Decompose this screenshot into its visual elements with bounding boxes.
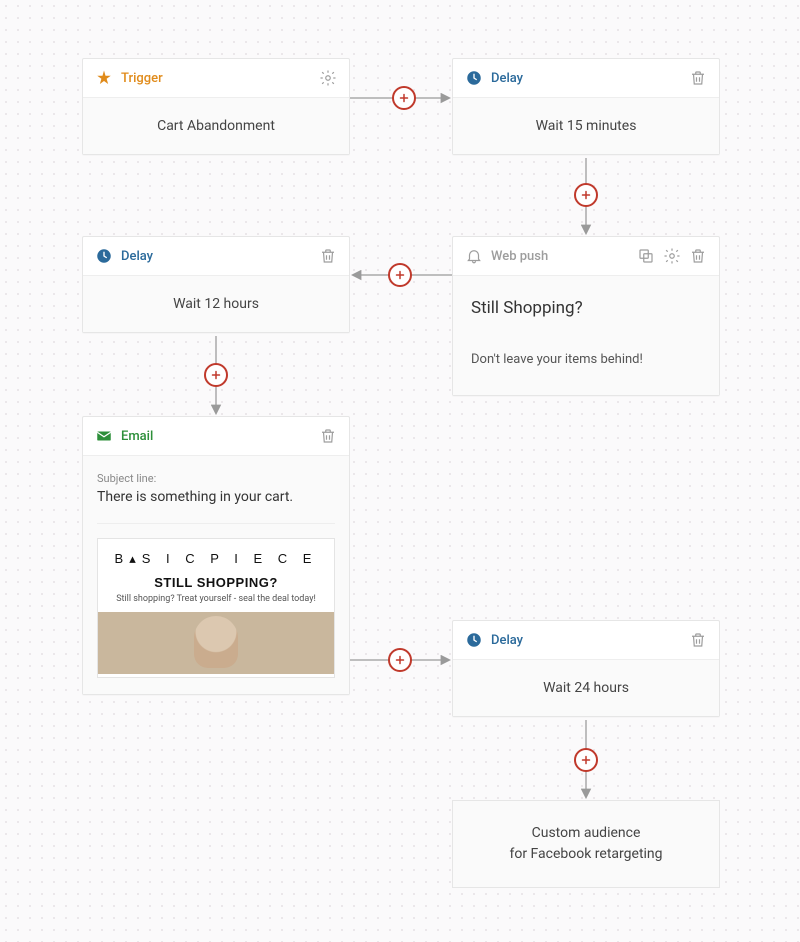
webpush-message: Don't leave your items behind! xyxy=(471,352,701,367)
email-icon xyxy=(95,427,113,445)
clock-icon xyxy=(465,631,483,649)
bell-icon xyxy=(465,247,483,265)
preview-brand: B▴S I C P I E C E xyxy=(108,551,324,567)
add-step-button[interactable] xyxy=(392,86,416,110)
ca-line2: for Facebook retargeting xyxy=(467,844,705,865)
node-type-label: Web push xyxy=(491,249,548,264)
add-step-button[interactable] xyxy=(388,648,412,672)
subject-label: Subject line: xyxy=(97,472,335,485)
node-content: Wait 12 hours xyxy=(83,276,349,332)
subject-line: There is something in your cart. xyxy=(97,489,335,505)
node-type-label: Delay xyxy=(491,633,523,648)
node-delay-15min[interactable]: Delay Wait 15 minutes xyxy=(452,58,720,155)
gear-icon[interactable] xyxy=(663,247,681,265)
node-delay-12h[interactable]: Delay Wait 12 hours xyxy=(82,236,350,333)
trash-icon[interactable] xyxy=(689,631,707,649)
webpush-title: Still Shopping? xyxy=(471,298,701,318)
node-type-label: Email xyxy=(121,429,153,444)
node-content: Wait 24 hours xyxy=(453,660,719,716)
trash-icon[interactable] xyxy=(689,247,707,265)
node-type-label: Delay xyxy=(491,71,523,86)
add-step-button[interactable] xyxy=(574,748,598,772)
clock-icon xyxy=(95,247,113,265)
copy-icon[interactable] xyxy=(637,247,655,265)
add-step-button[interactable] xyxy=(388,263,412,287)
preview-hero-image xyxy=(98,612,334,674)
node-email[interactable]: Email Subject line: There is something i… xyxy=(82,416,350,695)
trash-icon[interactable] xyxy=(689,69,707,87)
email-preview: B▴S I C P I E C E STILL SHOPPING? Still … xyxy=(97,538,335,678)
add-step-button[interactable] xyxy=(204,363,228,387)
ca-line1: Custom audience xyxy=(467,823,705,844)
node-content: Wait 15 minutes xyxy=(453,98,719,154)
node-content: Cart Abandonment xyxy=(83,98,349,154)
node-custom-audience[interactable]: Custom audience for Facebook retargeting xyxy=(452,800,720,888)
node-webpush[interactable]: Web push Still Shopping? Don't leave you… xyxy=(452,236,720,396)
node-type-label: Trigger xyxy=(121,71,163,86)
trash-icon[interactable] xyxy=(319,427,337,445)
gear-icon[interactable] xyxy=(319,69,337,87)
preview-subtext: Still shopping? Treat yourself - seal th… xyxy=(108,594,324,604)
node-delay-24h[interactable]: Delay Wait 24 hours xyxy=(452,620,720,717)
add-step-button[interactable] xyxy=(574,183,598,207)
trash-icon[interactable] xyxy=(319,247,337,265)
workflow-canvas: Trigger Cart Abandonment Delay xyxy=(0,0,800,942)
node-trigger[interactable]: Trigger Cart Abandonment xyxy=(82,58,350,155)
trigger-icon xyxy=(95,69,113,87)
preview-headline: STILL SHOPPING? xyxy=(108,575,324,590)
node-type-label: Delay xyxy=(121,249,153,264)
clock-icon xyxy=(465,69,483,87)
